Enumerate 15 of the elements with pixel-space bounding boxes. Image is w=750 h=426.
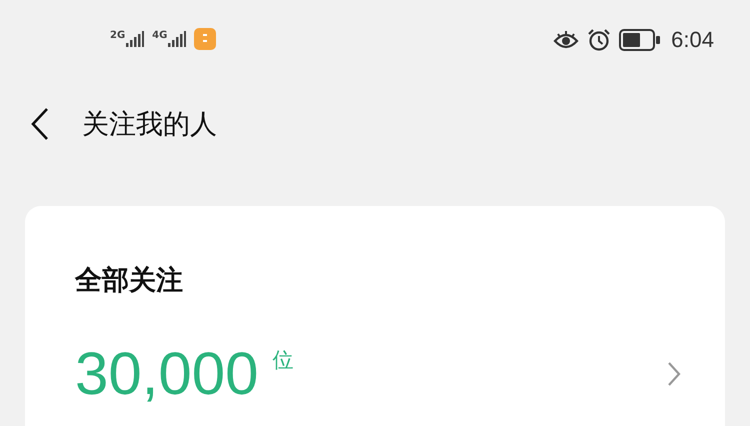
network-type: 4G: [152, 31, 168, 41]
signal-icon: [168, 31, 186, 47]
chevron-icon[interactable]: [667, 361, 681, 387]
count-unit: 位: [272, 347, 294, 374]
app-icon: [194, 28, 216, 50]
follower-count: 30,000: [75, 342, 259, 406]
page-title: 关注我的人: [82, 108, 217, 142]
network-type: 2G: [110, 31, 126, 41]
battery-icon: [619, 29, 662, 51]
card-title: 全部关注: [75, 264, 184, 298]
signal-icon: [126, 31, 144, 47]
back-icon[interactable]: [30, 106, 50, 140]
alarm-icon: [587, 28, 612, 52]
status-time: 6:04: [671, 27, 714, 53]
eye-icon: [553, 29, 580, 51]
